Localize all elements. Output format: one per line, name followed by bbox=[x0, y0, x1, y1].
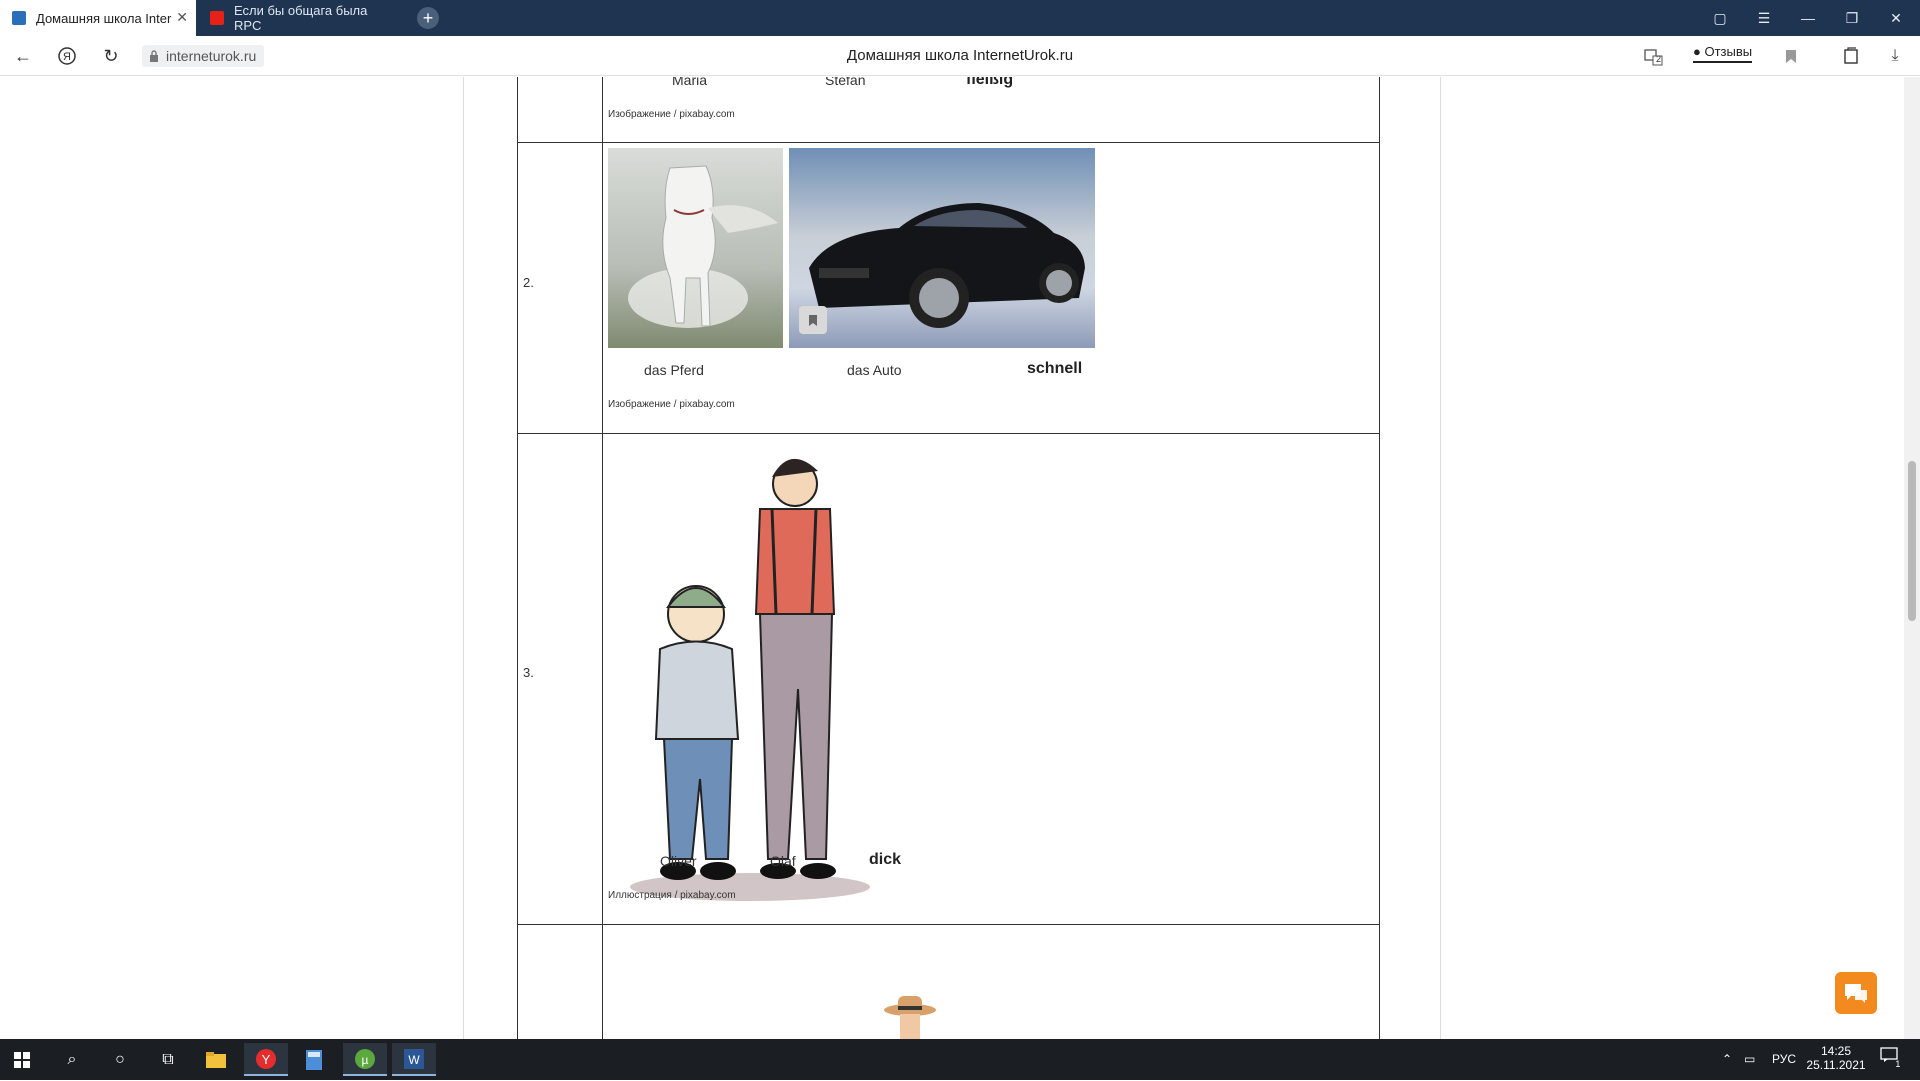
file-explorer-icon[interactable] bbox=[194, 1043, 238, 1076]
caption-maria: Maria bbox=[672, 77, 708, 88]
new-tab-button[interactable]: + bbox=[417, 7, 439, 29]
caption-stefan: Stefan bbox=[825, 77, 866, 88]
page-title: Домашняя школа InternetUrok.ru bbox=[846, 47, 1074, 64]
scrollbar-thumb[interactable] bbox=[1908, 461, 1916, 621]
task-view-icon[interactable]: ⧉ bbox=[146, 1043, 190, 1076]
boys-illustration bbox=[620, 439, 880, 909]
caption-oliver: Oliver bbox=[660, 853, 697, 869]
bookmark-icon bbox=[809, 314, 817, 326]
svg-text:Y: Y bbox=[262, 1052, 271, 1067]
collections-panel-icon[interactable] bbox=[1840, 45, 1862, 67]
tab-interneturok[interactable]: Домашняя школа Inter ✕ bbox=[0, 0, 196, 36]
caption-das-pferd: das Pferd bbox=[644, 362, 704, 378]
search-icon[interactable]: ⌕ bbox=[50, 1043, 94, 1076]
save-image-button[interactable] bbox=[799, 306, 827, 334]
table-row-divider bbox=[517, 433, 1380, 434]
tab-title: Домашняя школа Inter bbox=[36, 10, 172, 26]
table-border-right bbox=[1379, 77, 1380, 1039]
download-icon[interactable]: ⤓ bbox=[1884, 45, 1906, 67]
svg-text:Я: Я bbox=[63, 51, 71, 63]
clock-date: 25.11.2021 bbox=[1806, 1058, 1866, 1072]
adjective-dick: dick bbox=[869, 851, 902, 868]
windows-taskbar: ⌕ ○ ⧉ Y µ W ⌃ ▭ РУС 14:25 25.11.2021 1 bbox=[0, 1039, 1920, 1080]
yandex-browser-icon[interactable]: Y bbox=[244, 1043, 288, 1076]
restore-icon[interactable]: ❐ bbox=[1830, 0, 1874, 36]
tab-count-badge: 2 bbox=[1656, 54, 1662, 64]
address-bar: Домашняя школа InternetUrok.ru ← Я ↻ int… bbox=[0, 36, 1920, 76]
speech-bubble-icon: ● bbox=[1693, 44, 1701, 59]
notifications-icon[interactable]: 1 bbox=[1880, 1039, 1906, 1081]
lock-icon bbox=[150, 50, 158, 62]
url-field[interactable]: interneturok.ru bbox=[142, 45, 265, 67]
svg-text:µ: µ bbox=[362, 1053, 369, 1067]
browser-tab-bar: Домашняя школа Inter ✕ Если бы общага бы… bbox=[0, 0, 1920, 36]
adjective-fleissig: fleißig bbox=[966, 77, 1014, 88]
image-source: Изображение / pixabay.com bbox=[608, 109, 735, 120]
adjective-schnell: schnell bbox=[1027, 360, 1083, 377]
table-row-divider bbox=[517, 142, 1380, 143]
notification-count: 1 bbox=[1895, 1059, 1901, 1069]
protect-icon[interactable]: 2 bbox=[1642, 45, 1664, 67]
car-image bbox=[789, 148, 1095, 348]
caption-olaf: Olaf bbox=[770, 853, 796, 869]
yandex-icon[interactable]: Я bbox=[54, 44, 80, 68]
youtube-favicon-icon bbox=[210, 11, 224, 25]
close-window-icon[interactable]: ✕ bbox=[1874, 0, 1918, 36]
clock[interactable]: 14:25 25.11.2021 bbox=[1806, 1039, 1866, 1072]
network-icon[interactable]: ▭ bbox=[1744, 1039, 1755, 1080]
caption-das-auto: das Auto bbox=[847, 362, 902, 378]
windows-start-icon[interactable] bbox=[0, 1043, 44, 1076]
menu-icon[interactable]: ☰ bbox=[1742, 0, 1786, 36]
clock-time: 14:25 bbox=[1820, 1044, 1852, 1058]
horse-image bbox=[608, 148, 783, 348]
reviews-button[interactable]: ● Отзывы bbox=[1693, 44, 1753, 63]
table-row-divider bbox=[517, 924, 1380, 925]
tab-youtube[interactable]: Если бы общага была RPC bbox=[198, 0, 398, 36]
svg-text:W: W bbox=[408, 1053, 420, 1067]
bookmark-icon[interactable] bbox=[1780, 45, 1802, 67]
tray-overflow-icon[interactable]: ⌃ bbox=[1722, 1039, 1732, 1080]
close-tab-icon[interactable]: ✕ bbox=[176, 9, 188, 26]
url-text: interneturok.ru bbox=[166, 48, 257, 64]
image-source: Изображение / pixabay.com bbox=[608, 399, 735, 410]
web-page: Maria Stefan fleißig Изображение / pixab… bbox=[0, 77, 1904, 1039]
image-source: Иллюстрация / pixabay.com bbox=[608, 890, 736, 901]
calculator-icon[interactable] bbox=[292, 1043, 336, 1076]
interneturok-favicon-icon bbox=[12, 11, 26, 25]
row-number: 2. bbox=[523, 275, 534, 290]
chat-button[interactable] bbox=[1835, 972, 1877, 1014]
vertical-scrollbar[interactable] bbox=[1904, 77, 1920, 1039]
utorrent-icon[interactable]: µ bbox=[343, 1043, 387, 1076]
table-divider bbox=[602, 77, 603, 1039]
reload-icon[interactable]: ↻ bbox=[98, 44, 124, 68]
back-arrow-icon[interactable]: ← bbox=[10, 44, 36, 68]
minimize-icon[interactable]: — bbox=[1786, 0, 1830, 36]
tab-title: Если бы общага была RPC bbox=[233, 3, 368, 33]
language-indicator[interactable]: РУС bbox=[1772, 1039, 1796, 1080]
table-border-left bbox=[517, 77, 518, 1039]
collections-icon[interactable]: ▢ bbox=[1698, 0, 1742, 36]
word-icon[interactable]: W bbox=[392, 1043, 436, 1076]
chat-bubbles-icon bbox=[1845, 984, 1867, 1003]
reviews-label: Отзывы bbox=[1704, 44, 1753, 59]
row-number: 3. bbox=[523, 665, 534, 680]
cortana-icon[interactable]: ○ bbox=[98, 1043, 142, 1076]
next-illustration bbox=[880, 992, 940, 1039]
